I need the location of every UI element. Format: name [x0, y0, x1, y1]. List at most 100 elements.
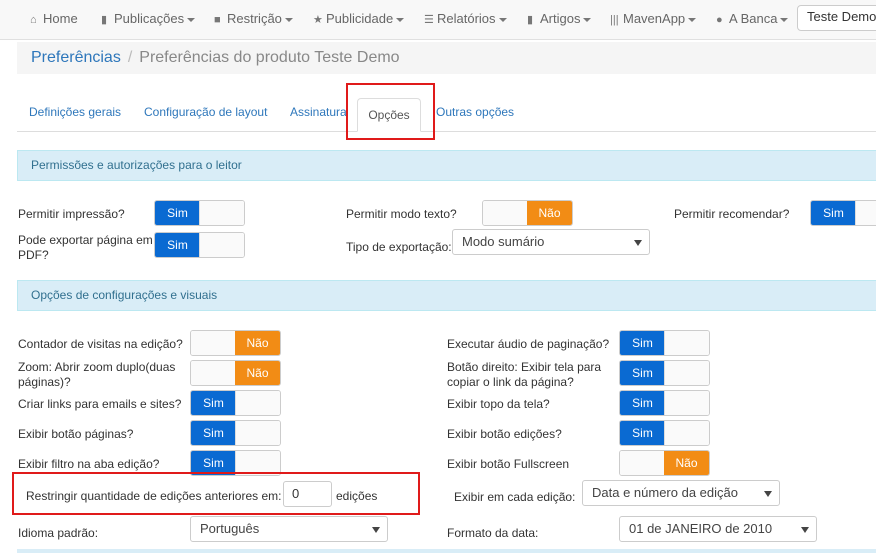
- toggle-knob: [199, 201, 244, 225]
- toggle-knob: [664, 421, 709, 445]
- toggle-knob: [620, 451, 665, 475]
- tab-highlight-box: [346, 83, 435, 140]
- star-icon: ★: [313, 14, 323, 26]
- toggle-off-label: Não: [664, 451, 709, 475]
- toggle-editions-button[interactable]: Sim: [619, 420, 710, 446]
- chevron-down-icon: [187, 17, 196, 22]
- tab-definicoes-gerais[interactable]: Definições gerais: [29, 105, 121, 119]
- label-allow-recommend: Permitir recomendar?: [674, 207, 790, 221]
- label-page-audio: Executar áudio de paginação?: [447, 337, 610, 351]
- nav-home[interactable]: ⌂ Home: [30, 0, 78, 40]
- label-fullscreen-button: Exibir botão Fullscreen: [447, 457, 570, 471]
- label-create-links: Criar links para emails e sites?: [18, 397, 182, 411]
- toggle-top-screen[interactable]: Sim: [619, 390, 710, 416]
- toggle-knob: [483, 201, 528, 225]
- panel-heading-reader-permissions: Permissões e autorizações para o leitor: [17, 150, 876, 181]
- caret-down-icon: [372, 527, 380, 533]
- label-filter-tab: Exibir filtro na aba edição?: [18, 457, 160, 471]
- breadcrumb-separator: /: [127, 49, 133, 66]
- chevron-down-icon: [284, 17, 293, 22]
- toggle-on-label: Sim: [155, 233, 200, 257]
- label-editions-button: Exibir botão edições?: [447, 427, 562, 441]
- toggle-visit-counter[interactable]: Não: [190, 330, 281, 356]
- next-panel-edge: [17, 549, 876, 553]
- toggle-on-label: Sim: [191, 391, 236, 415]
- restrict-highlight-box: [12, 472, 420, 515]
- toggle-page-audio[interactable]: Sim: [619, 330, 710, 356]
- label-top-screen: Exibir topo da tela?: [447, 397, 550, 411]
- toggle-on-label: Sim: [155, 201, 200, 225]
- toggle-on-label: Sim: [620, 391, 665, 415]
- caret-down-icon: [801, 527, 809, 533]
- label-visit-counter: Contador de visitas na edição?: [18, 337, 183, 351]
- label-date-format: Formato da data:: [447, 526, 539, 540]
- toggle-knob: [191, 331, 236, 355]
- lock-icon: ■: [214, 14, 221, 26]
- label-allow-print: Permitir impressão?: [18, 207, 125, 221]
- product-search-input[interactable]: Teste Demo: [797, 5, 876, 31]
- date-format-select[interactable]: 01 de JANEIRO de 2010: [619, 516, 817, 542]
- chevron-down-icon: [583, 17, 592, 22]
- toggle-knob: [191, 361, 236, 385]
- book-icon: ▮: [101, 14, 108, 26]
- toggle-knob: [235, 421, 280, 445]
- barcode-icon: |||: [610, 14, 619, 26]
- toggle-on-label: Sim: [620, 421, 665, 445]
- toggle-on-label: Sim: [620, 331, 665, 355]
- toggle-knob: [855, 201, 876, 225]
- tab-configuracao-layout[interactable]: Configuração de layout: [144, 105, 267, 119]
- language-select[interactable]: Português: [190, 516, 388, 542]
- label-language: Idioma padrão:: [18, 526, 99, 540]
- nav-mavenapp[interactable]: ||| MavenApp: [610, 0, 697, 40]
- toggle-knob: [235, 391, 280, 415]
- nav-publicacoes[interactable]: ▮ Publicações: [101, 0, 196, 40]
- nav-relatorios[interactable]: ☰ Relatórios: [424, 0, 507, 40]
- label-allow-text-mode: Permitir modo texto?: [346, 207, 457, 221]
- toggle-on-label: Sim: [811, 201, 856, 225]
- nav-publicidade[interactable]: ★ Publicidade: [313, 0, 405, 40]
- toggle-zoom[interactable]: Não: [190, 360, 281, 386]
- book-icon: ▮: [527, 14, 534, 26]
- label-each-edition: Exibir em cada edição:: [454, 490, 576, 504]
- toggle-knob: [199, 233, 244, 257]
- tabs-divider: [17, 131, 876, 132]
- chevron-down-icon: [688, 17, 697, 22]
- nav-a-banca[interactable]: ● A Banca: [716, 0, 789, 40]
- label-export-type: Tipo de exportação:: [346, 240, 452, 254]
- home-icon: ⌂: [30, 14, 37, 26]
- label-right-button: Botão direito: Exibir tela para copiar o…: [447, 360, 602, 389]
- caret-down-icon: [764, 491, 772, 497]
- toggle-allow-text-mode[interactable]: Não: [482, 200, 573, 226]
- chevron-down-icon: [498, 17, 507, 22]
- toggle-on-label: Sim: [191, 421, 236, 445]
- breadcrumb: Preferências / Preferências do produto Tes…: [17, 42, 876, 74]
- toggle-off-label: Não: [527, 201, 572, 225]
- globe-icon: ●: [716, 14, 723, 26]
- tab-assinatura[interactable]: Assinatura: [290, 105, 347, 119]
- toggle-allow-recommend[interactable]: Sim: [810, 200, 876, 226]
- tab-outras-opcoes[interactable]: Outras opções: [436, 105, 514, 119]
- toggle-allow-print[interactable]: Sim: [154, 200, 245, 226]
- toggle-off-label: Não: [235, 331, 280, 355]
- top-navbar: ⌂ Home ▮ Publicações ■ Restrição ★ Publicida…: [0, 0, 876, 40]
- breadcrumb-current: Preferências do produto Teste Demo: [139, 49, 400, 66]
- chevron-down-icon: [396, 17, 405, 22]
- toggle-off-label: Não: [235, 361, 280, 385]
- toggle-knob: [664, 391, 709, 415]
- toggle-fullscreen-button[interactable]: Não: [619, 450, 710, 476]
- export-type-select[interactable]: Modo sumário: [452, 229, 650, 255]
- breadcrumb-root-link[interactable]: Preferências: [31, 49, 121, 66]
- toggle-export-pdf[interactable]: Sim: [154, 232, 245, 258]
- caret-down-icon: [634, 240, 642, 246]
- toggle-create-links[interactable]: Sim: [190, 390, 281, 416]
- nav-artigos[interactable]: ▮ Artigos: [527, 0, 592, 40]
- list-icon: ☰: [424, 14, 434, 26]
- toggle-pages-button[interactable]: Sim: [190, 420, 281, 446]
- panel-heading-visual-config: Opções de configurações e visuais: [17, 280, 876, 311]
- toggle-right-button[interactable]: Sim: [619, 360, 710, 386]
- label-zoom: Zoom: Abrir zoom duplo(duas páginas)?: [18, 360, 176, 389]
- each-edition-select[interactable]: Data e número da edição: [582, 480, 780, 506]
- toggle-on-label: Sim: [620, 361, 665, 385]
- nav-restricao[interactable]: ■ Restrição: [214, 0, 293, 40]
- toggle-knob: [664, 331, 709, 355]
